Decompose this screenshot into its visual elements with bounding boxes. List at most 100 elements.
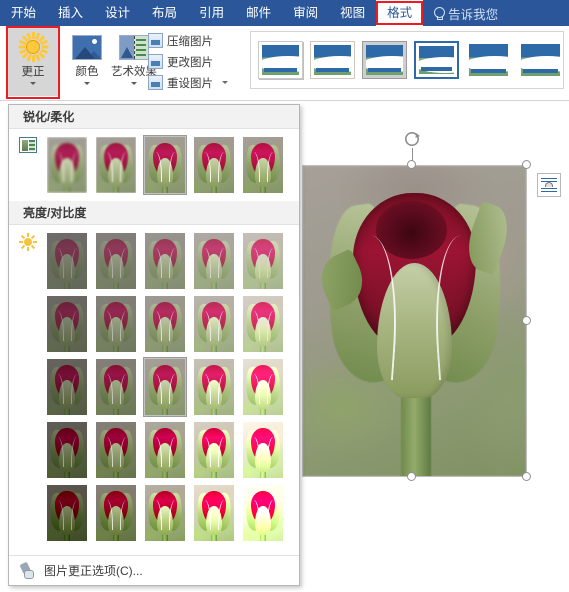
picture-style-thumb[interactable]	[362, 41, 407, 79]
selection-handle-bottom-right[interactable]	[522, 472, 531, 481]
correction-thumb-r2-c1[interactable]	[94, 357, 138, 417]
picture-styles-gallery[interactable]	[250, 31, 564, 89]
tab-6[interactable]: 审阅	[282, 0, 329, 26]
tab-8-active[interactable]: 格式	[376, 0, 424, 26]
rotate-icon[interactable]	[404, 130, 422, 148]
correction-thumb-preview	[96, 296, 136, 352]
brightness-contrast-thumb-grid	[9, 231, 299, 543]
chevron-down-icon[interactable]	[30, 82, 36, 85]
correction-thumb-r1-c4[interactable]	[241, 294, 285, 354]
correction-thumb-r3-c3[interactable]	[192, 420, 236, 480]
correction-thumb-r4-c1[interactable]	[94, 483, 138, 543]
sharpen-soften-thumb-row	[9, 135, 299, 195]
brightness-contrast-thumb-row	[9, 231, 299, 291]
tab-1[interactable]: 插入	[47, 0, 94, 26]
chevron-down-icon[interactable]	[131, 82, 137, 85]
correction-thumb-preview	[145, 359, 185, 415]
selection-handle-top[interactable]	[407, 160, 416, 169]
picture-style-thumb[interactable]	[258, 41, 303, 79]
app-window: 开始 插入 设计 布局 引用 邮件 审阅 视图 格式 告诉我您 更正 颜色 艺术…	[0, 0, 569, 592]
correction-thumb-r0-c3[interactable]	[192, 231, 236, 291]
change-picture-button[interactable]: 更改图片	[148, 51, 228, 72]
change-picture-label: 更改图片	[167, 56, 213, 69]
correction-thumb-r3-c0[interactable]	[45, 420, 89, 480]
correction-thumb-r0-c2[interactable]	[143, 231, 187, 291]
correction-thumb-r3-c2[interactable]	[143, 420, 187, 480]
correction-thumb-r0-c2-selected[interactable]	[143, 135, 187, 195]
correction-thumb-r2-c2-selected[interactable]	[143, 357, 187, 417]
correction-thumb-r0-c1[interactable]	[94, 231, 138, 291]
change-picture-icon	[148, 54, 163, 69]
picture-corrections-options-icon	[19, 561, 36, 579]
rose-bud-photo[interactable]	[302, 165, 527, 477]
correction-thumb-preview	[145, 422, 185, 478]
picture-style-thumb[interactable]	[518, 41, 563, 79]
correction-thumb-preview	[243, 233, 283, 289]
correction-thumb-r1-c2[interactable]	[143, 294, 187, 354]
corrections-button[interactable]: 更正	[6, 26, 60, 99]
correction-thumb-r4-c2[interactable]	[143, 483, 187, 543]
selection-handle-bottom[interactable]	[407, 472, 416, 481]
color-button-label: 颜色	[75, 66, 99, 78]
tab-0[interactable]: 开始	[0, 0, 47, 26]
tell-me-box[interactable]: 告诉我您	[423, 0, 498, 26]
correction-thumb-preview	[194, 296, 234, 352]
reset-picture-button[interactable]: 重设图片	[148, 72, 228, 93]
correction-thumb-preview	[243, 485, 283, 541]
correction-thumb-preview	[145, 485, 185, 541]
correction-thumb-r3-c1[interactable]	[94, 420, 138, 480]
correction-thumb-r1-c0[interactable]	[45, 294, 89, 354]
correction-thumb-r1-c3[interactable]	[192, 294, 236, 354]
correction-thumb-preview	[47, 359, 87, 415]
picture-style-thumb[interactable]	[466, 41, 511, 79]
correction-thumb-r0-c4[interactable]	[241, 135, 285, 195]
correction-thumb-r0-c0[interactable]	[45, 231, 89, 291]
chevron-down-icon[interactable]	[222, 81, 228, 84]
correction-thumb-r4-c3[interactable]	[192, 483, 236, 543]
selection-handle-top-right[interactable]	[522, 160, 531, 169]
correction-thumb-r2-c3[interactable]	[192, 357, 236, 417]
correction-thumb-preview	[47, 422, 87, 478]
picture-corrections-options-label: 图片更正选项(C)...	[44, 564, 143, 578]
sharpen-soften-icon	[19, 137, 37, 155]
correction-thumb-r0-c1[interactable]	[94, 135, 138, 195]
correction-thumb-r0-c0[interactable]	[45, 135, 89, 195]
selection-handle-right[interactable]	[522, 316, 531, 325]
correction-thumb-r1-c1[interactable]	[94, 294, 138, 354]
tab-7[interactable]: 视图	[329, 0, 376, 26]
corrections-button-label: 更正	[21, 66, 45, 78]
brightness-contrast-thumb-row	[9, 483, 299, 543]
brightness-icon	[19, 233, 37, 251]
layout-options-button[interactable]	[537, 173, 561, 197]
layout-options-icon	[541, 178, 557, 193]
brightness-contrast-section-body	[9, 225, 299, 549]
picture-style-thumb[interactable]	[310, 41, 355, 79]
sharpen-soften-section-header: 锐化/柔化	[9, 105, 299, 129]
correction-thumb-preview	[243, 296, 283, 352]
ribbon-body: 更正 颜色 艺术效果 压缩图片 更改图片 重设图片	[0, 26, 569, 101]
tab-4[interactable]: 引用	[188, 0, 235, 26]
picture-corrections-options-item[interactable]: 图片更正选项(C)...	[9, 555, 299, 585]
correction-thumb-preview	[47, 233, 87, 289]
correction-thumb-preview	[194, 233, 234, 289]
tab-3[interactable]: 布局	[141, 0, 188, 26]
correction-thumb-r4-c0[interactable]	[45, 483, 89, 543]
correction-thumb-preview	[96, 422, 136, 478]
tab-2[interactable]: 设计	[94, 0, 141, 26]
correction-thumb-r2-c0[interactable]	[45, 357, 89, 417]
compress-picture-button[interactable]: 压缩图片	[148, 30, 228, 51]
correction-thumb-r2-c4[interactable]	[241, 357, 285, 417]
picture-color-icon	[72, 28, 102, 66]
correction-thumb-r4-c4[interactable]	[241, 483, 285, 543]
correction-thumb-r0-c4[interactable]	[241, 231, 285, 291]
tab-5[interactable]: 邮件	[235, 0, 282, 26]
correction-thumb-r0-c3[interactable]	[192, 135, 236, 195]
corrections-gallery-dropdown[interactable]: 锐化/柔化 亮度/对比度 图片更正选项(C)...	[8, 104, 300, 586]
reset-picture-label: 重设图片	[167, 77, 213, 90]
chevron-down-icon[interactable]	[84, 82, 90, 85]
reset-picture-icon	[148, 75, 163, 90]
correction-thumb-preview	[145, 233, 185, 289]
correction-thumb-r3-c4[interactable]	[241, 420, 285, 480]
compress-picture-icon	[148, 33, 163, 48]
picture-style-thumb[interactable]	[414, 41, 459, 79]
